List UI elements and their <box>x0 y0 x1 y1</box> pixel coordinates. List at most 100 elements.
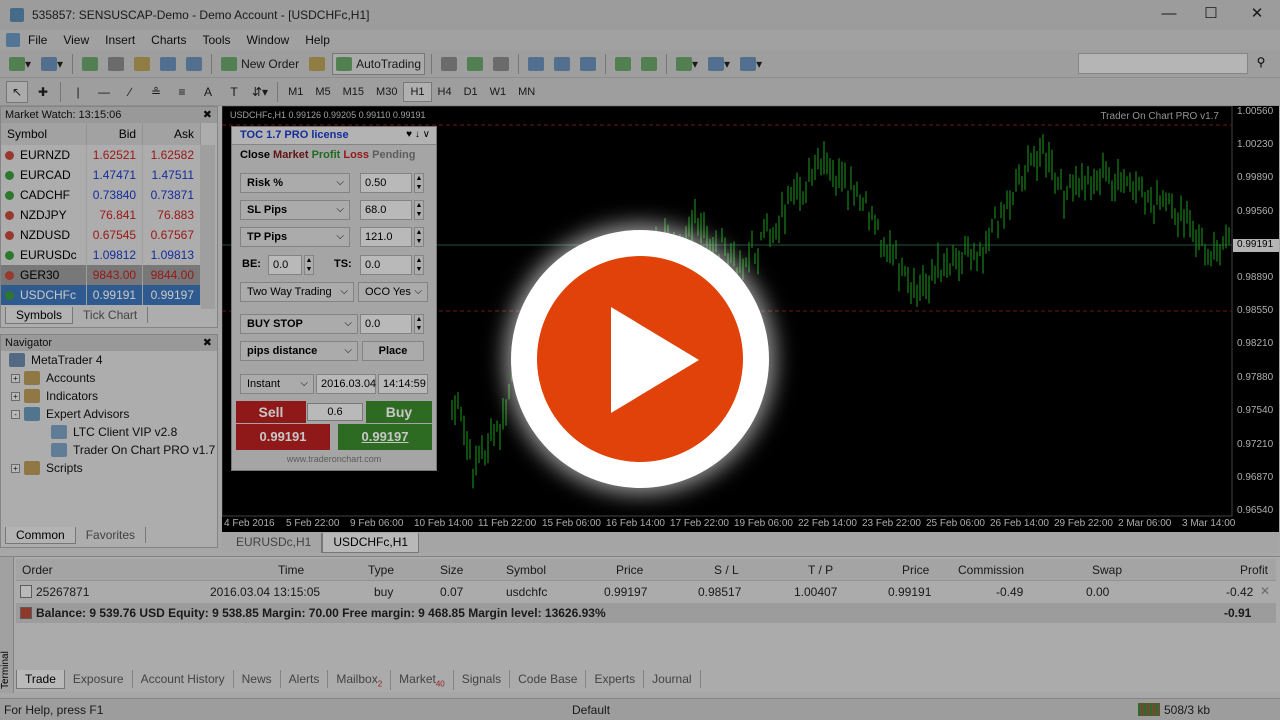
be-input[interactable]: 0.0 <box>268 255 302 275</box>
column-order[interactable]: Order <box>22 563 53 577</box>
pending-input[interactable]: 0.0 <box>360 314 412 334</box>
menu-insert[interactable]: Insert <box>97 33 143 47</box>
timeframe-d1[interactable]: D1 <box>458 82 484 102</box>
tab-tick-chart[interactable]: Tick Chart <box>73 307 149 323</box>
terminal-tab[interactable]: Signals <box>454 670 511 688</box>
distance-mode-select[interactable]: pips distance <box>240 341 358 361</box>
pending-stepper[interactable]: ▲ ▼ <box>414 314 424 334</box>
menu-tools[interactable]: Tools <box>195 33 239 47</box>
nav-scripts[interactable]: + Scripts <box>11 459 83 477</box>
tp-select[interactable]: TP Pips <box>240 227 350 247</box>
chart-tab-eurusd[interactable]: EURUSDc,H1 <box>226 533 323 553</box>
risk-stepper[interactable]: ▲ ▼ <box>414 173 424 193</box>
list-item[interactable]: EURUSDc 1.09812 1.09813 <box>1 245 201 265</box>
column-price[interactable]: Price <box>616 563 643 577</box>
tp-stepper[interactable]: ▲ ▼ <box>414 227 424 247</box>
search-input[interactable] <box>1078 53 1248 74</box>
list-item[interactable]: CADCHF 0.73840 0.73871 <box>1 185 201 205</box>
market-watch-button[interactable] <box>79 53 101 75</box>
tp-input[interactable]: 121.0 <box>360 227 412 247</box>
terminal-tab[interactable]: News <box>234 670 281 688</box>
timeframe-m1[interactable]: M1 <box>282 82 309 102</box>
menu-charts[interactable]: Charts <box>143 33 194 47</box>
expand-icon[interactable]: + <box>11 391 20 401</box>
channel-button[interactable]: ≗ <box>145 81 167 103</box>
menu-window[interactable]: Window <box>239 33 298 47</box>
list-item[interactable]: GER30 9843.00 9844.00 <box>1 265 201 285</box>
buy-button[interactable]: Buy <box>366 401 432 423</box>
new-chart-button[interactable]: ▾ <box>6 53 34 75</box>
column-ask[interactable]: Ask <box>142 123 201 145</box>
label-button[interactable]: T <box>223 81 245 103</box>
nav-metatrader[interactable]: MetaTrader 4 <box>9 351 103 369</box>
arrows-button[interactable]: ⇵▾ <box>249 81 271 103</box>
toc-tab-market[interactable]: Market <box>273 149 308 161</box>
sl-select[interactable]: SL Pips <box>240 200 350 220</box>
oco-select[interactable]: OCO Yes <box>358 282 428 302</box>
list-item[interactable]: NZDJPY 76.841 76.883 <box>1 205 201 225</box>
menu-view[interactable]: View <box>55 33 97 47</box>
auto-scroll-button[interactable] <box>612 53 634 75</box>
toc-tab-pending[interactable]: Pending <box>372 149 415 161</box>
time-field[interactable]: 14:14:59 <box>378 374 428 394</box>
autotrading-button[interactable]: AutoTrading <box>332 52 426 75</box>
terminal-tab[interactable]: Journal <box>644 670 701 688</box>
profiles-button[interactable]: ▾ <box>38 53 66 75</box>
column-sl[interactable]: S / L <box>714 563 739 577</box>
terminal-button[interactable] <box>157 53 179 75</box>
bar-chart-button[interactable] <box>438 53 460 75</box>
tile-windows-button[interactable] <box>577 53 599 75</box>
list-item[interactable]: USDCHFc 0.99191 0.99197 <box>1 285 201 305</box>
collapse-icon[interactable]: - <box>11 409 20 419</box>
nav-ltc-client[interactable]: LTC Client VIP v2.8 <box>51 423 177 441</box>
periods-button[interactable]: ▾ <box>705 53 733 75</box>
timeframe-w1[interactable]: W1 <box>484 82 513 102</box>
column-type[interactable]: Type <box>368 563 394 577</box>
sell-price-button[interactable]: 0.99191 <box>236 424 330 450</box>
trendline-button[interactable]: ∕ <box>119 81 141 103</box>
cursor-button[interactable]: ↖ <box>6 80 28 103</box>
toc-tab-close[interactable]: Close <box>240 149 270 161</box>
risk-input[interactable]: 0.50 <box>360 173 412 193</box>
terminal-tab[interactable]: Trade <box>16 670 65 689</box>
market-watch-scrollbar[interactable] <box>201 145 215 309</box>
data-window-button[interactable] <box>105 53 127 75</box>
trading-mode-select[interactable]: Two Way Trading <box>240 282 354 302</box>
close-icon[interactable]: ✖ <box>203 335 212 351</box>
pending-type-select[interactable]: BUY STOP <box>240 314 358 334</box>
terminal-tab[interactable]: Exposure <box>65 670 133 688</box>
toc-tab-profit[interactable]: Profit <box>312 149 341 161</box>
templates-button[interactable]: ▾ <box>737 53 765 75</box>
list-item[interactable]: NZDUSD 0.67545 0.67567 <box>1 225 201 245</box>
toc-url[interactable]: www.traderonchart.com <box>232 454 436 464</box>
column-profit[interactable]: Profit <box>1240 563 1268 577</box>
list-item[interactable]: EURCAD 1.47471 1.47511 <box>1 165 201 185</box>
timeframe-mn[interactable]: MN <box>512 82 541 102</box>
terminal-tab[interactable]: Experts <box>586 670 645 688</box>
column-size[interactable]: Size <box>440 563 463 577</box>
place-button[interactable]: Place <box>362 341 424 361</box>
terminal-tab[interactable]: Mailbox2 <box>328 670 392 691</box>
terminal-tab[interactable]: Market40 <box>391 670 454 691</box>
timeframe-m30[interactable]: M30 <box>370 82 403 102</box>
timeframe-h1[interactable]: H1 <box>403 81 432 102</box>
nav-expert-advisors[interactable]: - Expert Advisors <box>11 405 129 423</box>
risk-select[interactable]: Risk % <box>240 173 350 193</box>
search-icon[interactable]: ⚲ <box>1252 55 1270 72</box>
metaeditor-button[interactable] <box>306 53 328 75</box>
navigator-button[interactable] <box>131 53 153 75</box>
ts-input[interactable]: 0.0 <box>360 255 412 275</box>
terminal-tab[interactable]: Code Base <box>510 670 587 688</box>
timeframe-m15[interactable]: M15 <box>337 82 370 102</box>
column-current-price[interactable]: Price <box>902 563 929 577</box>
tab-symbols[interactable]: Symbols <box>5 307 74 324</box>
minimize-button[interactable]: — <box>1158 4 1180 24</box>
maximize-button[interactable]: ☐ <box>1200 4 1222 24</box>
timeframe-h4[interactable]: H4 <box>432 82 458 102</box>
close-button[interactable]: ✕ <box>1246 4 1268 24</box>
chart-tab-usdchf[interactable]: USDCHFc,H1 <box>322 533 420 553</box>
zoom-out-button[interactable] <box>551 53 573 75</box>
close-order-icon[interactable]: ✕ <box>1260 584 1270 598</box>
ts-stepper[interactable]: ▲ ▼ <box>414 255 424 275</box>
timeframe-m5[interactable]: M5 <box>309 82 336 102</box>
